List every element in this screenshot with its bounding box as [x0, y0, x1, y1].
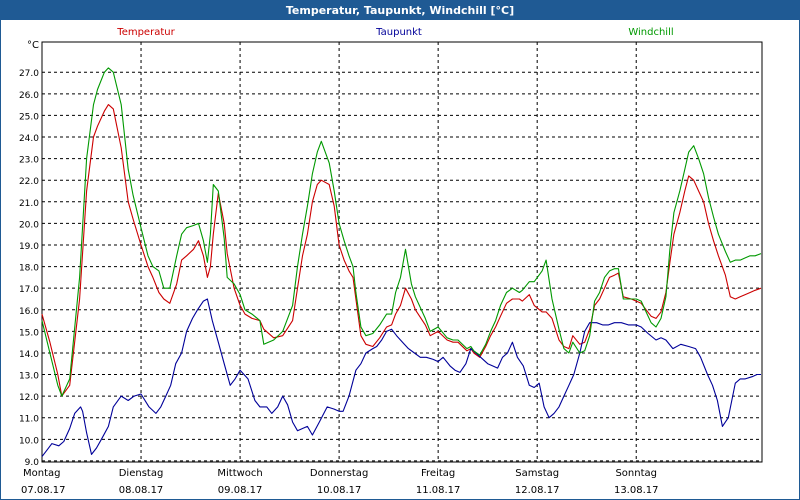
y-tick-label: 12.0 [19, 393, 39, 403]
window-title: Temperatur, Taupunkt, Windchill [°C] [1, 1, 799, 20]
y-tick-label: 15.0 [19, 328, 39, 338]
x-day-label: Mittwoch [217, 468, 262, 479]
x-day-label: Samstag [515, 468, 559, 479]
y-tick-label: 24.0 [19, 134, 39, 144]
x-date-label: 13.08.17 [614, 485, 659, 496]
x-day-label: Sonntag [615, 468, 657, 479]
y-tick-label: 23.0 [19, 156, 39, 166]
x-date-label: 07.08.17 [21, 485, 66, 496]
y-tick-label: 13.0 [19, 372, 39, 382]
y-tick-label: 10.0 [19, 436, 39, 446]
x-date-label: 11.08.17 [416, 485, 461, 496]
x-date-label: 10.08.17 [317, 485, 362, 496]
y-tick-label: 17.0 [19, 285, 39, 295]
y-tick-label: 16.0 [19, 307, 39, 317]
y-tick-label: 9.0 [25, 458, 40, 468]
y-tick-label: 21.0 [19, 199, 39, 209]
y-tick-label: 11.0 [19, 415, 39, 425]
y-tick-label: 26.0 [19, 91, 39, 101]
y-axis-ticks: 9.0 10.0 11.0 12.0 13.0 14.0 15.0 16.0 17.0 18.0 1… [19, 69, 39, 468]
x-day-label: Donnerstag [310, 468, 368, 479]
x-axis-labels: Montag 07.08.17 Dienstag 08.08.17 Mittwoch 09… [21, 468, 658, 496]
legend-windchill: Windchill [628, 27, 673, 38]
y-tick-label: 25.0 [19, 112, 39, 122]
y-tick-label: 14.0 [19, 350, 39, 360]
x-day-label: Freitag [421, 468, 455, 479]
x-day-label: Dienstag [119, 468, 164, 479]
x-date-label: 12.08.17 [515, 485, 560, 496]
y-axis-label: °C [27, 40, 39, 51]
y-tick-label: 19.0 [19, 242, 39, 252]
legend-taupunkt: Taupunkt [375, 27, 422, 38]
y-tick-label: 27.0 [19, 69, 39, 79]
x-date-label: 09.08.17 [218, 485, 263, 496]
legend-temperatur: Temperatur [116, 27, 175, 38]
line-chart: Temperatur Taupunkt Windchill °C 9.0 10.0 11… [19, 27, 763, 496]
x-day-label: Montag [23, 468, 60, 479]
y-tick-label: 20.0 [19, 220, 39, 230]
chart-window: Temperatur, Taupunkt, Windchill [°C] Tem… [0, 0, 800, 500]
y-tick-label: 18.0 [19, 264, 39, 274]
x-date-label: 08.08.17 [119, 485, 164, 496]
plot-area [41, 41, 763, 463]
legend: Temperatur Taupunkt Windchill [116, 27, 673, 38]
y-tick-label: 22.0 [19, 177, 39, 187]
